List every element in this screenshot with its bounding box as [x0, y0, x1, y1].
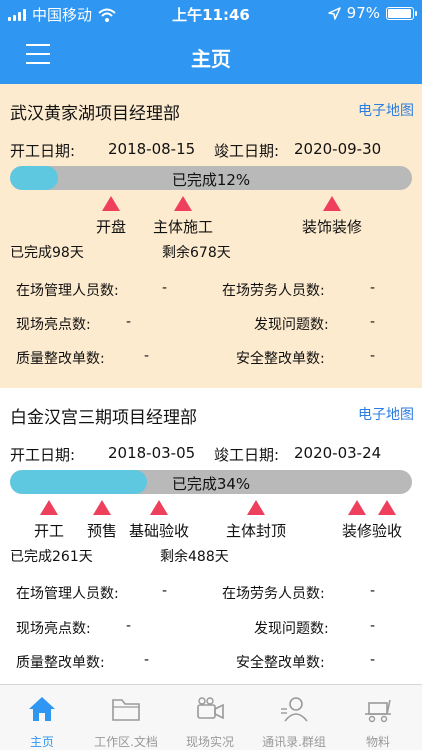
tab-label: 现场实况	[185, 735, 234, 749]
remaining-days: 剩余488天	[160, 549, 229, 565]
start-date-label: 开工日期:	[10, 142, 76, 160]
battery-percent: 97%	[346, 4, 380, 22]
start-date: 2018-08-15	[108, 140, 196, 158]
stat-value: -	[370, 583, 376, 599]
stat-label: 在场管理人员数:	[16, 586, 119, 602]
battery-icon	[386, 6, 417, 20]
stat-value: -	[126, 314, 132, 330]
location-arrow-icon	[327, 6, 341, 20]
camera-icon	[197, 697, 224, 720]
end-date: 2020-03-24	[294, 444, 382, 462]
tab-label: 通讯录.群组	[262, 735, 326, 749]
milestone-marker: 基础验收	[109, 500, 209, 541]
stat-value: -	[370, 652, 376, 668]
stat-value: -	[370, 314, 376, 330]
stat-value: -	[162, 583, 168, 599]
milestone-marker: 主体施工	[133, 196, 233, 237]
milestone-label: 主体封顶	[225, 522, 286, 540]
progress-bar: 已完成34%	[10, 470, 412, 494]
completed-days: 已完成98天	[10, 245, 84, 261]
stat-value: -	[370, 348, 376, 364]
stat-value: -	[144, 348, 150, 364]
milestone-triangle-icon	[150, 500, 168, 515]
milestone-triangle-icon	[323, 196, 341, 211]
tab-label: 物料	[365, 735, 390, 749]
start-date: 2018-03-05	[108, 444, 196, 462]
stat-label: 在场劳务人员数:	[222, 586, 325, 602]
milestone-marker: 装修验收	[317, 500, 422, 541]
status-bar: 中国移动 上午11:46 97%	[0, 0, 422, 28]
tab-label: 主页	[29, 735, 54, 749]
stat-label: 在场管理人员数:	[16, 283, 119, 299]
stat-value: -	[370, 618, 376, 634]
completed-days: 已完成261天	[10, 549, 93, 565]
project-name: 武汉黄家湖项目经理部	[10, 104, 180, 124]
stat-label: 发现问题数:	[254, 317, 329, 333]
battery-level	[388, 8, 412, 18]
stat-label: 现场亮点数:	[16, 621, 91, 637]
stat-label: 发现问题数:	[254, 621, 329, 637]
cart-icon	[365, 699, 391, 723]
tab-label: 工作区.文档	[94, 735, 158, 749]
stat-value: -	[126, 618, 132, 634]
home-icon	[29, 697, 55, 721]
tab-live-site[interactable]: 现场实况	[168, 685, 252, 750]
progress-bar: 已完成12%	[10, 166, 412, 190]
page-title: 主页	[191, 47, 231, 71]
contacts-icon	[281, 697, 308, 722]
stat-label: 质量整改单数:	[16, 351, 105, 367]
milestone-triangle-icon	[247, 500, 265, 515]
stat-label: 安全整改单数:	[236, 351, 325, 367]
nav-bar: 主页	[0, 28, 422, 84]
milestone-label: 主体施工	[152, 218, 213, 236]
milestone-marker: 主体封顶	[206, 500, 306, 541]
milestone-triangle-icon	[378, 500, 396, 515]
milestone-triangle-icon	[174, 196, 192, 211]
stat-label: 质量整改单数:	[16, 655, 105, 671]
tab-contacts[interactable]: 通讯录.群组	[252, 685, 336, 750]
stat-value: -	[144, 652, 150, 668]
milestone-marker: 装饰装修	[282, 196, 382, 237]
map-link[interactable]: 电子地图	[358, 100, 414, 120]
milestone-label: 装饰装修	[301, 218, 362, 236]
tab-workspace[interactable]: 工作区.文档	[84, 685, 168, 750]
end-date-label: 竣工日期:	[214, 142, 280, 160]
stat-label: 安全整改单数:	[236, 655, 325, 671]
project-card[interactable]: 武汉黄家湖项目经理部 电子地图 开工日期: 2018-08-15 竣工日期: 2…	[0, 84, 422, 388]
progress-text: 已完成34%	[171, 475, 251, 493]
tab-home[interactable]: 主页	[0, 685, 84, 750]
stat-value: -	[162, 280, 168, 296]
progress-text: 已完成12%	[171, 171, 251, 189]
start-date-label: 开工日期:	[10, 446, 76, 464]
remaining-days: 剩余678天	[162, 245, 231, 261]
stat-label: 现场亮点数:	[16, 317, 91, 333]
tab-bar: 主页 工作区.文档 现场实况 通讯录.群组 物料	[0, 684, 422, 750]
milestone-label: 基础验收	[128, 522, 189, 540]
end-date-label: 竣工日期:	[214, 446, 280, 464]
map-link[interactable]: 电子地图	[358, 404, 414, 424]
folder-icon	[112, 699, 140, 721]
project-card[interactable]: 白金汉宫三期项目经理部 电子地图 开工日期: 2018-03-05 竣工日期: …	[0, 388, 422, 684]
project-name: 白金汉宫三期项目经理部	[10, 408, 197, 428]
milestone-label: 装修验收	[341, 522, 402, 540]
status-right: 97%	[327, 4, 417, 22]
stat-value: -	[370, 280, 376, 296]
milestone-triangle-icon	[348, 500, 366, 515]
stat-label: 在场劳务人员数:	[222, 283, 325, 299]
end-date: 2020-09-30	[294, 140, 382, 158]
tab-materials[interactable]: 物料	[336, 685, 420, 750]
milestone-triangle-icon	[102, 196, 120, 211]
